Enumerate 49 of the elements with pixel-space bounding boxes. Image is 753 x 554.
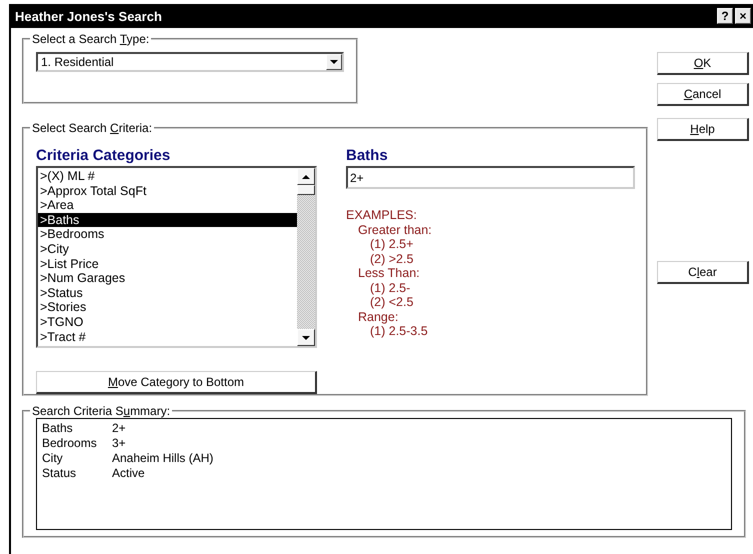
scrollbar[interactable] bbox=[297, 168, 315, 346]
list-item[interactable]: >Approx Total SqFt bbox=[38, 184, 297, 198]
summary-field: Bedrooms bbox=[42, 436, 112, 451]
summary-value: Active bbox=[112, 466, 146, 481]
example-text: (2) >2.5 bbox=[369, 252, 414, 266]
example-text: (2) <2.5 bbox=[369, 295, 414, 310]
dialog-button[interactable]: Cancel bbox=[657, 83, 749, 106]
example-text: Less Than: bbox=[357, 266, 421, 280]
example-text: (1) 2.5-3.5 bbox=[369, 324, 429, 338]
search-type-dropdown[interactable]: 1. Residential bbox=[36, 52, 344, 72]
criteria-input[interactable]: 2+ bbox=[346, 166, 635, 189]
list-item[interactable]: >Stories bbox=[38, 300, 297, 315]
help-title-button[interactable]: ? bbox=[717, 8, 733, 24]
example-text: (1) 2.5- bbox=[369, 280, 412, 295]
list-item[interactable]: >List Price bbox=[38, 256, 297, 272]
summary-field: Baths bbox=[42, 421, 112, 436]
group-label: Select Search Criteria: bbox=[31, 121, 154, 135]
list-item[interactable]: >(X) ML # bbox=[38, 169, 297, 184]
scroll-up-icon bbox=[302, 174, 310, 178]
summary-value: Anaheim Hills (AH) bbox=[112, 451, 214, 466]
list-item[interactable]: >City bbox=[38, 242, 297, 257]
list-item[interactable]: >TGNO bbox=[38, 314, 297, 330]
window-title: Heather Jones's Search bbox=[15, 8, 163, 24]
list-item[interactable]: >Area bbox=[38, 198, 297, 213]
list-item[interactable]: >Tract # bbox=[38, 330, 297, 344]
example-text: Range: bbox=[357, 310, 400, 324]
section-heading: Criteria Categories bbox=[36, 147, 172, 164]
close-button[interactable]: × bbox=[735, 8, 751, 24]
move-category-button[interactable]: Move Category to Bottom bbox=[36, 371, 317, 394]
dialog-button[interactable]: OK bbox=[657, 52, 749, 75]
example-text: (1) 2.5+ bbox=[369, 237, 414, 252]
clear-button[interactable]: Clear bbox=[657, 261, 749, 284]
summary-field: Status bbox=[42, 466, 112, 481]
dialog-button[interactable]: Help bbox=[657, 118, 749, 141]
example-text: Greater than: bbox=[357, 222, 433, 237]
list-item[interactable]: >Baths bbox=[38, 212, 297, 228]
scroll-thumb[interactable] bbox=[297, 185, 315, 195]
list-item[interactable]: >Num Garages bbox=[38, 271, 297, 286]
example-text: EXAMPLES: bbox=[346, 208, 418, 222]
group-label: Search Criteria Summary: bbox=[31, 404, 172, 418]
summary-value: 2+ bbox=[112, 421, 127, 436]
list-item[interactable]: >Status bbox=[38, 286, 297, 300]
list-item[interactable]: >Bedrooms bbox=[38, 227, 297, 242]
group-label: Select a Search Type: bbox=[31, 32, 150, 46]
dropdown-arrow-icon bbox=[330, 60, 338, 64]
summary-value: 3+ bbox=[112, 436, 127, 451]
scroll-down-icon bbox=[302, 336, 310, 340]
summary-field: City bbox=[42, 451, 112, 466]
field-heading: Baths bbox=[346, 147, 389, 164]
